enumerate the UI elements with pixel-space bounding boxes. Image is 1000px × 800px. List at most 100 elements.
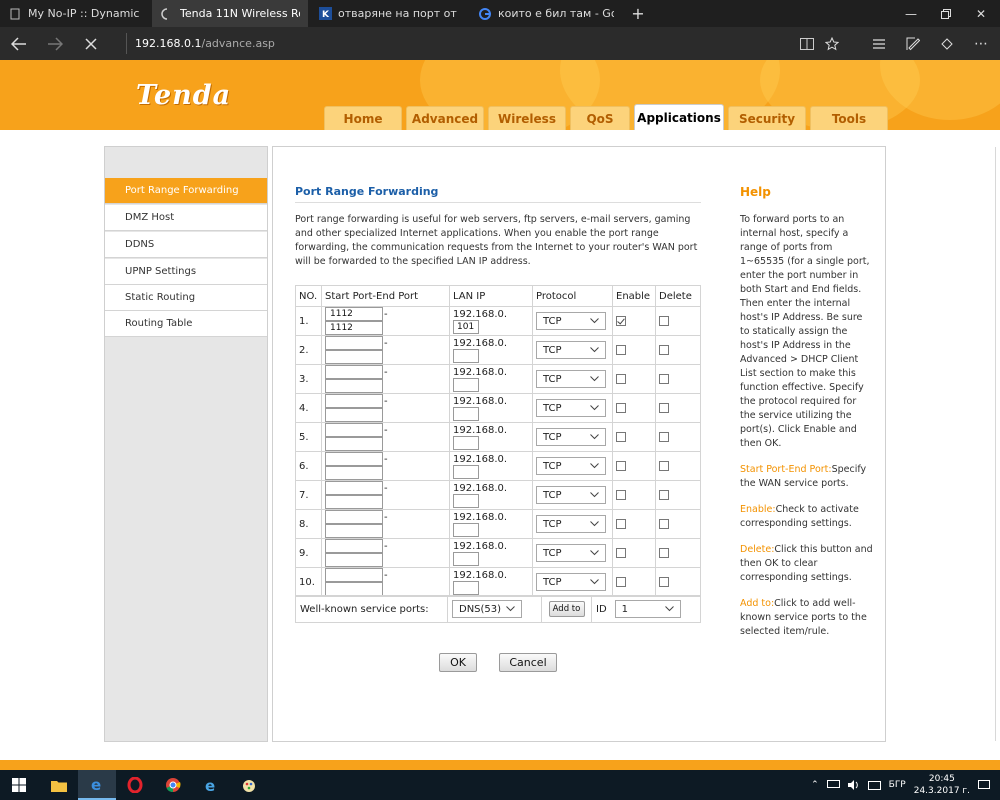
edge-browser-icon[interactable]: e bbox=[78, 770, 116, 800]
sidebar-item-port-range-forwarding[interactable]: Port Range Forwarding bbox=[105, 178, 267, 204]
start-port-input[interactable] bbox=[325, 365, 383, 379]
enable-checkbox[interactable] bbox=[616, 431, 626, 442]
delete-checkbox[interactable] bbox=[659, 576, 669, 587]
new-tab-button[interactable]: + bbox=[624, 0, 652, 27]
protocol-select[interactable]: TCP bbox=[536, 428, 606, 446]
delete-checkbox[interactable] bbox=[659, 373, 669, 384]
start-port-input[interactable] bbox=[325, 539, 383, 553]
delete-checkbox[interactable] bbox=[659, 518, 669, 529]
keyboard-icon[interactable] bbox=[867, 780, 881, 790]
favorite-star-icon[interactable] bbox=[817, 27, 847, 60]
browser-tab[interactable]: които е бил там - Google S bbox=[470, 0, 622, 27]
sidebar-item-ddns[interactable]: DDNS bbox=[105, 232, 267, 258]
enable-checkbox[interactable] bbox=[616, 344, 626, 355]
start-port-input[interactable] bbox=[325, 510, 383, 524]
delete-checkbox[interactable] bbox=[659, 315, 669, 326]
delete-checkbox[interactable] bbox=[659, 431, 669, 442]
lan-ip-input[interactable] bbox=[453, 580, 479, 595]
enable-checkbox[interactable] bbox=[616, 402, 626, 413]
restore-button[interactable] bbox=[929, 0, 963, 27]
enable-checkbox[interactable] bbox=[616, 489, 626, 500]
sidebar-item-upnp-settings[interactable]: UPNP Settings bbox=[105, 259, 267, 285]
language-indicator[interactable]: БГР bbox=[889, 780, 906, 790]
lan-ip-input[interactable] bbox=[453, 551, 479, 566]
start-port-input[interactable] bbox=[325, 568, 383, 582]
more-icon[interactable]: ⋯ bbox=[966, 27, 996, 60]
lan-ip-input[interactable] bbox=[453, 348, 479, 363]
internet-explorer-icon[interactable]: e bbox=[192, 770, 230, 800]
opera-icon[interactable] bbox=[116, 770, 154, 800]
paint-icon[interactable] bbox=[230, 770, 268, 800]
lan-ip-input[interactable] bbox=[453, 493, 479, 508]
protocol-select[interactable]: TCP bbox=[536, 515, 606, 533]
protocol-select[interactable]: TCP bbox=[536, 573, 606, 591]
start-port-input[interactable] bbox=[325, 481, 383, 495]
clock[interactable]: 20:45 24.3.2017 г. bbox=[914, 773, 970, 797]
chevron-up-icon[interactable]: ⌃ bbox=[811, 780, 819, 790]
browser-tab[interactable]: K отваряне на порт от рутер bbox=[310, 0, 468, 27]
delete-checkbox[interactable] bbox=[659, 460, 669, 471]
start-port-input[interactable] bbox=[325, 336, 383, 350]
start-port-input[interactable] bbox=[325, 452, 383, 466]
nav-tab-advanced[interactable]: Advanced bbox=[406, 106, 484, 130]
start-port-input[interactable] bbox=[325, 423, 383, 437]
end-port-input[interactable]: 1112 bbox=[325, 321, 383, 335]
end-port-input[interactable] bbox=[325, 350, 383, 364]
lan-ip-input[interactable] bbox=[453, 435, 479, 450]
delete-checkbox[interactable] bbox=[659, 489, 669, 500]
nav-tab-wireless[interactable]: Wireless bbox=[488, 106, 566, 130]
protocol-select[interactable]: TCP bbox=[536, 399, 606, 417]
nav-tab-applications[interactable]: Applications bbox=[634, 104, 724, 130]
hub-icon[interactable] bbox=[864, 27, 894, 60]
share-icon[interactable] bbox=[932, 27, 962, 60]
enable-checkbox[interactable] bbox=[616, 373, 626, 384]
end-port-input[interactable] bbox=[325, 553, 383, 567]
browser-tab[interactable]: My No-IP :: Dynamic DNS bbox=[0, 0, 150, 27]
protocol-select[interactable]: TCP bbox=[536, 486, 606, 504]
notifications-icon[interactable] bbox=[978, 779, 990, 791]
end-port-input[interactable] bbox=[325, 582, 383, 596]
lan-ip-input[interactable] bbox=[453, 377, 479, 392]
enable-checkbox[interactable] bbox=[616, 460, 626, 471]
end-port-input[interactable] bbox=[325, 466, 383, 480]
protocol-select[interactable]: TCP bbox=[536, 341, 606, 359]
lan-ip-input[interactable] bbox=[453, 464, 479, 479]
ok-button[interactable]: OK bbox=[439, 653, 477, 672]
lan-ip-input[interactable] bbox=[453, 522, 479, 537]
nav-tab-security[interactable]: Security bbox=[728, 106, 806, 130]
chrome-icon[interactable] bbox=[154, 770, 192, 800]
delete-checkbox[interactable] bbox=[659, 402, 669, 413]
forward-button[interactable] bbox=[38, 27, 72, 60]
windows-start-icon[interactable] bbox=[0, 770, 38, 800]
file-explorer-icon[interactable] bbox=[40, 770, 78, 800]
volume-icon[interactable] bbox=[847, 780, 860, 790]
start-port-input[interactable]: 1112 bbox=[325, 307, 383, 321]
nav-tab-qos[interactable]: QoS bbox=[570, 106, 630, 130]
id-select[interactable]: 1 bbox=[614, 600, 681, 618]
protocol-select[interactable]: TCP bbox=[536, 312, 606, 330]
service-port-select[interactable]: DNS(53) bbox=[452, 600, 522, 618]
stop-button[interactable] bbox=[74, 27, 108, 60]
delete-checkbox[interactable] bbox=[659, 547, 669, 558]
end-port-input[interactable] bbox=[325, 495, 383, 509]
end-port-input[interactable] bbox=[325, 408, 383, 422]
sidebar-item-dmz-host[interactable]: DMZ Host bbox=[105, 205, 267, 231]
network-icon[interactable] bbox=[826, 780, 840, 790]
url-field[interactable]: 192.168.0.1/advance.asp bbox=[126, 33, 766, 54]
enable-checkbox[interactable] bbox=[616, 576, 626, 587]
end-port-input[interactable] bbox=[325, 437, 383, 451]
end-port-input[interactable] bbox=[325, 379, 383, 393]
lan-ip-input[interactable]: 101 bbox=[453, 319, 479, 334]
start-port-input[interactable] bbox=[325, 394, 383, 408]
sidebar-item-static-routing[interactable]: Static Routing bbox=[105, 285, 267, 311]
nav-tab-home[interactable]: Home bbox=[324, 106, 402, 130]
end-port-input[interactable] bbox=[325, 524, 383, 538]
add-to-button[interactable]: Add to bbox=[548, 601, 585, 617]
enable-checkbox[interactable] bbox=[616, 315, 626, 326]
cancel-button[interactable]: Cancel bbox=[499, 653, 557, 672]
protocol-select[interactable]: TCP bbox=[536, 544, 606, 562]
close-window-button[interactable]: ✕ bbox=[964, 0, 998, 27]
protocol-select[interactable]: TCP bbox=[536, 457, 606, 475]
enable-checkbox[interactable] bbox=[616, 518, 626, 529]
nav-tab-tools[interactable]: Tools bbox=[810, 106, 888, 130]
